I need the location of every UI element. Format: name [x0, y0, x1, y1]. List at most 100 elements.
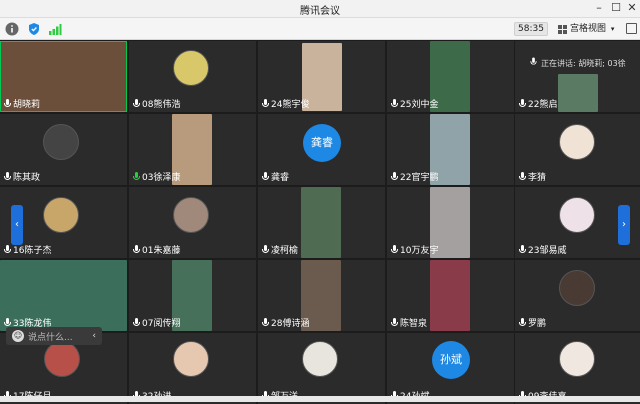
- participant-tile[interactable]: 08熊伟浩: [129, 41, 256, 112]
- participant-name-tag: 陈智泉: [391, 316, 427, 329]
- participant-avatar: [43, 197, 79, 233]
- participant-tile[interactable]: 陈智泉: [387, 260, 514, 331]
- emoji-icon[interactable]: ☺: [12, 330, 24, 342]
- participant-name-tag: 胡晓莉: [4, 97, 40, 110]
- prev-page-button[interactable]: ‹: [11, 205, 23, 245]
- meeting-toolbar: 58:35 宫格视图 ▾: [0, 18, 640, 40]
- security-shield-icon[interactable]: [27, 22, 41, 36]
- mic-icon: [391, 172, 398, 181]
- next-page-button[interactable]: ›: [618, 205, 630, 245]
- participant-name-tag: 25刘中金: [391, 97, 438, 110]
- grid-view-label: 宫格视图: [570, 24, 607, 34]
- chat-input[interactable]: ☺ 说点什么... ‹: [6, 327, 102, 345]
- participant-tile[interactable]: 22官宇鹏: [387, 114, 514, 185]
- bottom-control-bar: [0, 396, 640, 402]
- signal-icon[interactable]: [48, 22, 62, 36]
- participant-video: [301, 187, 341, 258]
- mic-icon: [133, 318, 140, 327]
- participant-name: 胡晓莉: [13, 100, 41, 110]
- participant-name-tag: 07阅传翔: [133, 316, 180, 329]
- participant-tile[interactable]: 09李佳嘉: [515, 333, 640, 404]
- participant-name-tag: 龚睿: [262, 170, 289, 183]
- participant-tile[interactable]: 罗鹏: [515, 260, 640, 331]
- participant-avatar: [173, 341, 209, 377]
- participant-tile[interactable]: 33陈龙伟: [0, 260, 127, 331]
- participant-name-tag: 罗鹏: [519, 316, 546, 329]
- participant-name-tag: 10万友宇: [391, 243, 438, 256]
- participant-avatar: [559, 341, 595, 377]
- mic-icon: [519, 172, 526, 181]
- participant-name: 龚睿: [271, 173, 290, 183]
- participant-name-tag: 01朱嘉藤: [133, 243, 180, 256]
- participant-name-tag: 23邹易威: [519, 243, 566, 256]
- participant-tile[interactable]: 32孙进: [129, 333, 256, 404]
- participant-tile[interactable]: 邹万洋: [258, 333, 385, 404]
- participant-tile[interactable]: 28傅诗涵: [258, 260, 385, 331]
- participant-name: 08熊伟浩: [142, 100, 181, 110]
- participant-tile[interactable]: 07阅传翔: [129, 260, 256, 331]
- participant-avatar: [43, 124, 79, 160]
- participant-name: 22官宇鹏: [400, 173, 439, 183]
- participant-name-tag: 16陈子杰: [4, 243, 51, 256]
- mic-icon: [391, 245, 398, 254]
- participant-video: [430, 260, 470, 331]
- mic-icon: [391, 318, 398, 327]
- participant-name-tag: 陈其政: [4, 170, 40, 183]
- participant-avatar: [559, 124, 595, 160]
- participant-initials-avatar: 龚睿: [303, 124, 341, 162]
- participant-tile[interactable]: 龚睿 龚睿: [258, 114, 385, 185]
- chevron-down-icon: ▾: [610, 25, 615, 33]
- participant-tile[interactable]: 孙斌24孙斌: [387, 333, 514, 404]
- participant-video: [558, 74, 598, 112]
- participant-name-tag: 22官宇鹏: [391, 170, 438, 183]
- participant-tile[interactable]: 10万友宇: [387, 187, 514, 258]
- speaking-text: 正在讲话: 胡晓莉; 03徐: [541, 59, 626, 68]
- mic-icon: [262, 318, 269, 327]
- info-icon[interactable]: [5, 22, 19, 36]
- participant-tile[interactable]: 凌柯榆: [258, 187, 385, 258]
- title-bar: 腾讯会议 – ☐ ✕: [0, 0, 640, 18]
- participant-avatar: [173, 50, 209, 86]
- mic-icon: [133, 172, 140, 181]
- mic-icon: [262, 172, 269, 181]
- participant-name: 23邹易威: [528, 246, 567, 256]
- participant-name: 10万友宇: [400, 246, 439, 256]
- participant-tile[interactable]: 03徐泽康: [129, 114, 256, 185]
- participant-name: 22熊启: [528, 100, 558, 110]
- participant-tile[interactable]: 李猜: [515, 114, 640, 185]
- participant-tile[interactable]: 胡晓莉: [0, 41, 127, 112]
- participant-tile[interactable]: 01朱嘉藤: [129, 187, 256, 258]
- participant-name: 24熊宇俊: [271, 100, 310, 110]
- participant-name: 罗鹏: [528, 319, 547, 329]
- window-title: 腾讯会议: [300, 6, 340, 17]
- participant-tile[interactable]: 22熊启: [515, 41, 640, 112]
- participant-name-tag: 28傅诗涵: [262, 316, 309, 329]
- speaker-mic-icon: [530, 57, 537, 65]
- meeting-timer: 58:35: [514, 22, 548, 36]
- participant-name-tag: 凌柯榆: [262, 243, 298, 256]
- participant-name-tag: 24熊宇俊: [262, 97, 309, 110]
- participant-name: 25刘中金: [400, 100, 439, 110]
- participant-name-tag: 李猜: [519, 170, 546, 183]
- fullscreen-icon[interactable]: [626, 23, 637, 34]
- participant-avatar: [559, 270, 595, 306]
- participant-name: 28傅诗涵: [271, 319, 310, 329]
- mic-icon: [519, 99, 526, 108]
- grid-icon: [558, 25, 567, 34]
- participant-tile[interactable]: 24熊宇俊: [258, 41, 385, 112]
- grid-view-button[interactable]: 宫格视图 ▾: [556, 21, 620, 37]
- mic-icon: [519, 318, 526, 327]
- mic-icon: [262, 245, 269, 254]
- participant-tile[interactable]: 25刘中金: [387, 41, 514, 112]
- participant-name: 陈其政: [13, 173, 41, 183]
- chevron-left-icon[interactable]: ‹: [92, 331, 96, 341]
- maximize-icon[interactable]: ☐: [609, 2, 623, 14]
- participant-avatar: [44, 341, 80, 377]
- mic-icon: [4, 99, 11, 108]
- participant-tile[interactable]: 陈其政: [0, 114, 127, 185]
- mic-icon: [133, 99, 140, 108]
- participant-name: 03徐泽康: [142, 173, 181, 183]
- minimize-icon[interactable]: –: [592, 2, 606, 14]
- participant-name: 01朱嘉藤: [142, 246, 181, 256]
- close-icon[interactable]: ✕: [625, 2, 639, 14]
